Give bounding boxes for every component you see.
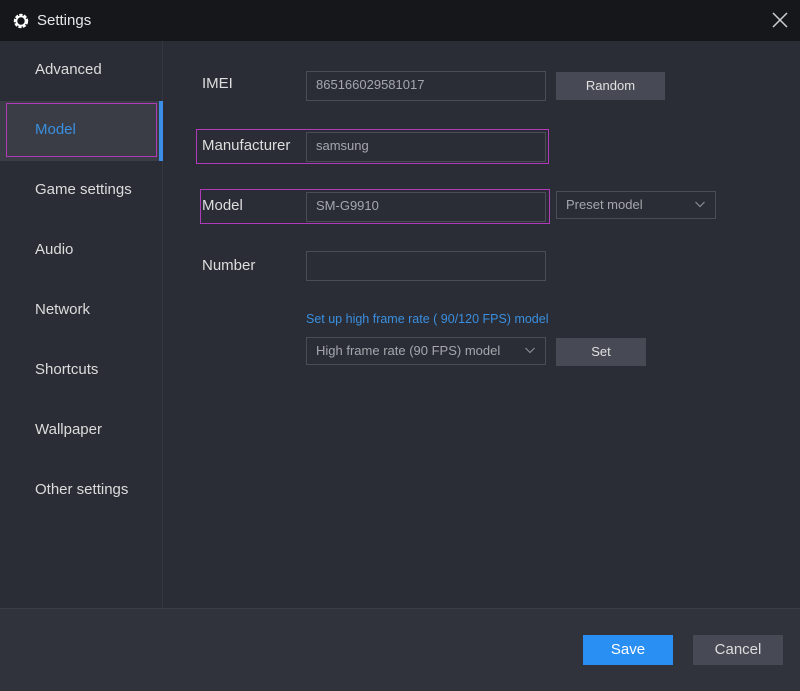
preset-model-placeholder: Preset model: [566, 197, 643, 212]
sidebar-item-label: Other settings: [35, 481, 129, 498]
sidebar: Advanced Model Game settings Audio Netwo…: [0, 41, 163, 608]
cancel-button[interactable]: Cancel: [693, 635, 783, 665]
set-button[interactable]: Set: [556, 338, 646, 366]
number-label: Number: [202, 257, 256, 274]
sidebar-item-label: Wallpaper: [35, 421, 102, 438]
random-button[interactable]: Random: [556, 72, 665, 100]
number-input[interactable]: [306, 251, 546, 281]
model-label: Model: [202, 197, 243, 214]
sidebar-item-network[interactable]: Network: [0, 281, 162, 341]
manufacturer-input[interactable]: samsung: [306, 132, 546, 162]
sidebar-item-audio[interactable]: Audio: [0, 221, 162, 281]
sidebar-item-label: Audio: [35, 241, 74, 258]
chevron-down-icon: [525, 347, 535, 354]
sidebar-item-other-settings[interactable]: Other settings: [0, 461, 162, 521]
sidebar-item-label: Advanced: [35, 61, 102, 78]
sidebar-item-shortcuts[interactable]: Shortcuts: [0, 341, 162, 401]
sidebar-item-wallpaper[interactable]: Wallpaper: [0, 401, 162, 461]
sidebar-item-model[interactable]: Model: [0, 101, 163, 161]
sidebar-item-label: Network: [35, 301, 91, 318]
window-title: Settings: [37, 12, 92, 29]
sidebar-item-advanced[interactable]: Advanced: [0, 41, 162, 101]
manufacturer-label: Manufacturer: [202, 137, 291, 154]
high-fps-model-dropdown[interactable]: High frame rate (90 FPS) model: [306, 337, 546, 365]
settings-panel: IMEI 865166029581017 Random Manufacturer…: [163, 41, 800, 608]
high-fps-selected-value: High frame rate (90 FPS) model: [316, 343, 501, 358]
model-input[interactable]: SM-G9910: [306, 192, 546, 222]
imei-input[interactable]: 865166029581017: [306, 71, 546, 101]
preset-model-dropdown[interactable]: Preset model: [556, 191, 716, 219]
gear-icon: [13, 13, 29, 29]
imei-label: IMEI: [202, 75, 233, 92]
title-bar: Settings: [0, 0, 800, 41]
high-fps-setup-link[interactable]: Set up high frame rate ( 90/120 FPS) mod…: [306, 312, 549, 326]
close-icon[interactable]: [768, 8, 792, 32]
sidebar-item-label: Game settings: [35, 181, 132, 198]
chevron-down-icon: [695, 201, 705, 208]
sidebar-item-game-settings[interactable]: Game settings: [0, 161, 162, 221]
sidebar-item-label: Shortcuts: [35, 361, 99, 378]
footer: Save Cancel: [0, 608, 800, 691]
save-button[interactable]: Save: [583, 635, 673, 665]
selection-highlight: [6, 103, 157, 157]
